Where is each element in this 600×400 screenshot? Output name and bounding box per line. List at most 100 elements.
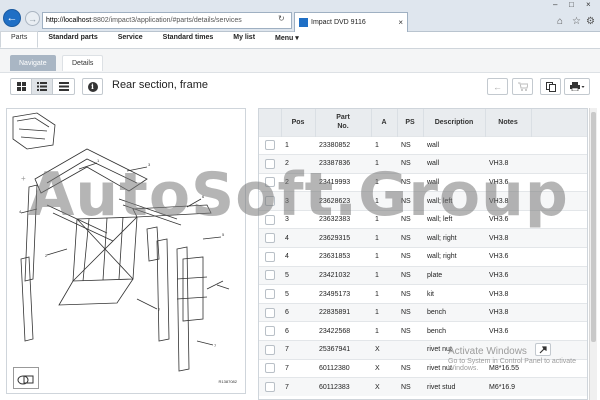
refresh-icon[interactable]: ↻ [278,14,285,23]
print-icon[interactable] [564,78,590,95]
cell-part-no: 22835891 [315,302,371,322]
row-checkbox[interactable] [265,326,275,337]
address-bar[interactable]: http://localhost:8802/impact3/applicatio… [42,12,292,29]
back-arrow-icon[interactable]: ← [3,9,21,27]
thumbnail-grid-icon[interactable] [11,79,32,94]
cell-description: bench [423,321,485,341]
row-checkbox[interactable] [265,177,275,188]
table-row[interactable]: 7 25367941 Xrivet nut [259,340,587,360]
row-checkbox[interactable] [265,307,275,318]
menu-standard-times[interactable]: Standard times [153,31,224,48]
row-checkbox-cell [259,265,281,285]
table-row[interactable]: 4 23629315 1 NS wall; right VH3.8 [259,228,587,248]
menu-my-list[interactable]: My list [223,31,265,48]
cell-actions [531,135,587,155]
cell-notes: VH3.8 [485,302,531,322]
svg-text:3: 3 [148,162,151,167]
browser-tab[interactable]: Impact DVD 9116 × [294,12,408,32]
tab-title: Impact DVD 9116 [311,19,366,26]
parts-table-body: 1 23380852 1 NS wall 2 23387836 1 NS wall VH3.8 2 23… [259,135,587,397]
cell-notes: VH3.6 [485,321,531,341]
table-row[interactable]: 2 23419993 1 NS wall VH3.6 [259,172,587,192]
cell-pos: 1 [281,135,315,155]
cell-part-no: 23419993 [315,172,371,192]
cell-actions [531,247,587,267]
cell-a: 1 [371,265,397,285]
row-checkbox[interactable] [265,233,275,244]
menu-dropdown[interactable]: Menu ▾ [265,31,309,48]
cell-pos: 6 [281,302,315,322]
row-checkbox-cell [259,172,281,192]
table-row[interactable]: 5 23421032 1 NS plate VH3.6 [259,265,587,285]
close-window-icon[interactable]: × [586,0,591,9]
tab-navigate[interactable]: Navigate [10,55,56,71]
cell-a: X [371,377,397,397]
table-row[interactable]: 6 22835891 1 NS bench VH3.8 [259,302,587,322]
row-checkbox[interactable] [265,344,275,355]
table-row[interactable]: 3 23628623 1 NS wall; left VH3.8 [259,191,587,211]
cell-ps: NS [397,209,423,229]
cell-a: X [371,340,397,360]
table-row[interactable]: 2 23387836 1 NS wall VH3.8 [259,154,587,174]
table-row[interactable]: 4 23631853 1 NS wall; right VH3.6 [259,247,587,267]
row-checkbox[interactable] [265,214,275,225]
row-checkbox-cell [259,358,281,378]
star-icon[interactable]: ☆ [572,16,581,27]
cell-actions [531,172,587,192]
list-icon[interactable] [32,79,53,94]
row-checkbox[interactable] [265,382,275,393]
tab-details[interactable]: Details [62,55,104,71]
close-tab-icon[interactable]: × [398,18,403,27]
gear-icon[interactable]: ⚙ [586,16,595,27]
row-checkbox[interactable] [265,270,275,281]
exploded-view-drawing[interactable]: 134 265 77 + R1387082 [6,108,246,394]
menu-standard-parts[interactable]: Standard parts [38,31,107,48]
row-checkbox-cell [259,228,281,248]
row-checkbox[interactable] [265,251,275,262]
cart-icon[interactable] [512,78,533,95]
header-part-no[interactable]: Part No. [315,109,372,136]
minimize-icon[interactable]: – [553,0,557,9]
copy-icon[interactable] [540,78,561,95]
cell-part-no: 23421032 [315,265,371,285]
maximize-icon[interactable]: □ [569,0,574,9]
header-a[interactable]: A [371,109,398,136]
cell-a: 1 [371,209,397,229]
header-part-line2: No. [337,123,349,131]
table-row[interactable]: 6 23422568 1 NS bench VH3.6 [259,321,587,341]
info-button[interactable]: i [82,78,103,95]
header-notes[interactable]: Notes [485,109,532,136]
row-checkbox[interactable] [265,363,275,374]
menu-service[interactable]: Service [108,31,153,48]
header-pos[interactable]: Pos [281,109,316,136]
row-checkbox[interactable] [265,289,275,300]
table-icon[interactable] [53,79,74,94]
cell-ps [397,340,423,360]
tool-icon[interactable] [535,343,551,357]
row-checkbox[interactable] [265,140,275,151]
drawing-thumbnail[interactable] [13,367,39,389]
table-scrollbar[interactable] [589,108,597,400]
cell-actions [531,209,587,229]
menu-parts[interactable]: Parts [0,31,39,48]
cell-description: wall [423,172,485,192]
table-row[interactable]: 7 60112380 X NS rivet nut M8*16.55 [259,358,587,378]
home-icon[interactable]: ⌂ [557,16,563,27]
row-checkbox[interactable] [265,158,275,169]
cell-actions [531,321,587,341]
table-row[interactable]: 7 60112383 X NS rivet stud M6*16.9 [259,377,587,397]
scrollbar-thumb[interactable] [591,112,596,342]
table-row[interactable]: 3 23632383 1 NS wall; left VH3.6 [259,209,587,229]
header-description[interactable]: Description [423,109,486,136]
row-checkbox[interactable] [265,196,275,207]
address-path: :8802/impact3/application/#parts/details… [91,17,242,24]
header-ps[interactable]: PS [397,109,424,136]
arrow-left-icon[interactable]: ← [487,78,508,95]
forward-arrow-icon[interactable]: → [25,11,40,26]
cell-notes: M6*16.9 [485,377,531,397]
cell-pos: 4 [281,247,315,267]
svg-text:6: 6 [202,194,205,199]
table-row[interactable]: 5 23495173 1 NS kit VH3.8 [259,284,587,304]
cell-actions [531,358,587,378]
table-row[interactable]: 1 23380852 1 NS wall [259,135,587,155]
